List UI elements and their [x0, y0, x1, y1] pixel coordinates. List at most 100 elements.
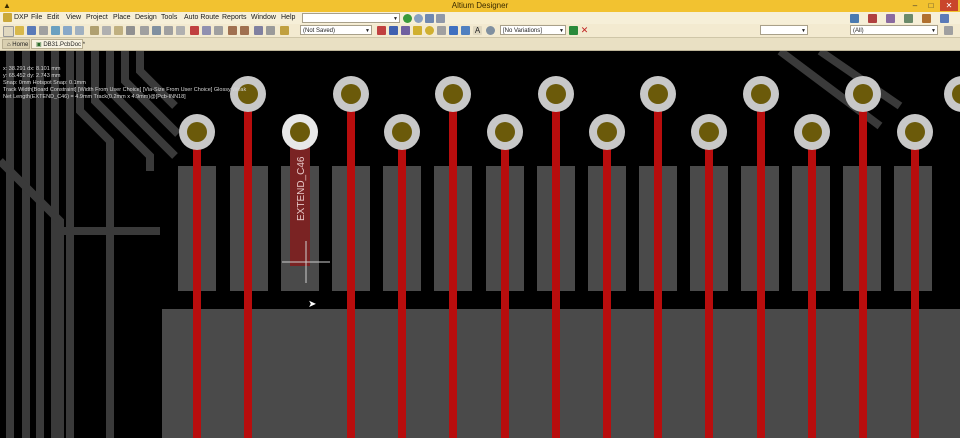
hud-y: y: 65.452 dy: 2.743 mm [3, 73, 61, 79]
string-icon[interactable]: A [473, 26, 482, 35]
menu-file[interactable]: File [31, 12, 42, 24]
menu-reports[interactable]: Reports [222, 12, 247, 24]
via-hole [392, 122, 412, 142]
zoom-icon[interactable] [51, 26, 60, 35]
zoom-area-icon[interactable] [75, 26, 84, 35]
hud-snap: Snap: 0mm Hotspot Snap: 0.1mm [3, 80, 86, 86]
save-icon[interactable] [27, 26, 36, 35]
tab-home-label: Home [12, 42, 29, 48]
window-title: Altium Designer [451, 1, 509, 10]
selection-filter-combo[interactable]: (Not Saved) ▼ [300, 25, 372, 35]
red-track [808, 131, 816, 438]
pad-icon[interactable] [413, 26, 422, 35]
layer-combo[interactable]: ▼ [760, 25, 808, 35]
variants-combo[interactable]: [No Variations] ▼ [500, 25, 566, 35]
inspector-icon[interactable] [254, 26, 263, 35]
menu-design[interactable]: Design [135, 12, 157, 24]
via-hole [495, 122, 515, 142]
via-hole [905, 122, 925, 142]
print-icon[interactable] [39, 26, 48, 35]
dimension-icon[interactable] [940, 14, 949, 23]
open-icon[interactable] [15, 26, 24, 35]
fill-icon[interactable] [449, 26, 458, 35]
paste-icon[interactable] [114, 26, 123, 35]
via-hole [802, 122, 822, 142]
report-icon[interactable] [280, 26, 289, 35]
variants-value: [No Variations] [503, 28, 542, 34]
pcb-layout[interactable]: EXTEND_C46 [0, 51, 960, 438]
tab-home[interactable]: ⌂ Home [2, 39, 30, 49]
via-hole [853, 84, 873, 104]
copper-fill [162, 309, 960, 438]
path-combo[interactable]: ▼ [302, 13, 400, 23]
forward-icon[interactable] [403, 14, 412, 23]
cross-probe-icon[interactable] [190, 26, 199, 35]
menu-tools[interactable]: Tools [161, 12, 177, 24]
move-icon[interactable] [152, 26, 161, 35]
filter-icon[interactable] [266, 26, 275, 35]
rubber-stamp-icon[interactable] [126, 26, 135, 35]
pcb-toolbar: (Not Saved) ▼ A [No Variations] ▼ ✕ ▼ (All… [0, 24, 960, 38]
via-hole [341, 84, 361, 104]
zoom-fit-icon[interactable] [63, 26, 72, 35]
redo-icon[interactable] [240, 26, 249, 35]
red-track [859, 96, 867, 438]
red-track [552, 96, 560, 438]
red-track [654, 96, 662, 438]
title-bar: ▲ Altium Designer – □ ✕ [0, 0, 960, 12]
place-string-icon[interactable] [922, 14, 931, 23]
pcb-tools-icon[interactable] [850, 14, 859, 23]
copy-icon[interactable] [102, 26, 111, 35]
menu-place[interactable]: Place [113, 12, 131, 24]
interactive-route-icon[interactable] [868, 14, 877, 23]
layer-stack-icon[interactable] [569, 26, 578, 35]
tab-pcb-doc[interactable]: ▣ DB31.PcbDoc * [31, 39, 85, 49]
multi-route-icon[interactable] [401, 26, 410, 35]
select-area-icon[interactable] [140, 26, 149, 35]
menu-help[interactable]: Help [281, 12, 295, 24]
refresh-icon[interactable] [414, 14, 423, 23]
menu-view[interactable]: View [66, 12, 81, 24]
dxp-icon [3, 13, 12, 22]
via-hole [648, 84, 668, 104]
close-button[interactable]: ✕ [940, 0, 958, 11]
arc-icon[interactable] [437, 26, 446, 35]
component-icon[interactable] [486, 26, 495, 35]
mouse-pointer-icon: ➤ [308, 299, 317, 310]
place-fill-icon[interactable] [904, 14, 913, 23]
menu-edit[interactable]: Edit [47, 12, 59, 24]
hud-track: Track Width[Board Constraint] [Width Fro… [3, 87, 247, 93]
menu-auto-route[interactable]: Auto Route [184, 12, 219, 24]
polygon-icon[interactable] [461, 26, 470, 35]
diff-pair-icon[interactable] [389, 26, 398, 35]
selection-filter-value: (Not Saved) [303, 28, 336, 34]
red-track [911, 131, 919, 438]
clear-filter-icon[interactable] [176, 26, 185, 35]
favorites-icon[interactable] [436, 14, 445, 23]
undo-icon[interactable] [228, 26, 237, 35]
options-icon[interactable] [944, 26, 953, 35]
via-hole [699, 122, 719, 142]
place-via-icon[interactable] [886, 14, 895, 23]
deselect-icon[interactable] [164, 26, 173, 35]
menu-dxp[interactable]: DXP [14, 12, 28, 24]
red-track [244, 96, 252, 438]
new-icon[interactable] [3, 26, 14, 37]
menu-window[interactable]: Window [251, 12, 276, 24]
vias-top-row [230, 76, 960, 112]
pcb-canvas[interactable]: EXTEND_C46 x: 38.291 dx: 8.101 mm y: 65.… [0, 51, 960, 438]
minimize-button[interactable]: – [908, 0, 922, 11]
clear-icon[interactable]: ✕ [580, 26, 589, 35]
via-hole [597, 122, 617, 142]
via-hole [546, 84, 566, 104]
via-icon[interactable] [425, 26, 434, 35]
maximize-button[interactable]: □ [924, 0, 938, 11]
grid-icon[interactable] [202, 26, 211, 35]
home-nav-icon[interactable] [425, 14, 434, 23]
menu-project[interactable]: Project [86, 12, 108, 24]
layer-set-combo[interactable]: (All) ▼ [850, 25, 938, 35]
cut-icon[interactable] [90, 26, 99, 35]
red-track [603, 131, 611, 438]
route-icon[interactable] [377, 26, 386, 35]
align-icon[interactable] [214, 26, 223, 35]
